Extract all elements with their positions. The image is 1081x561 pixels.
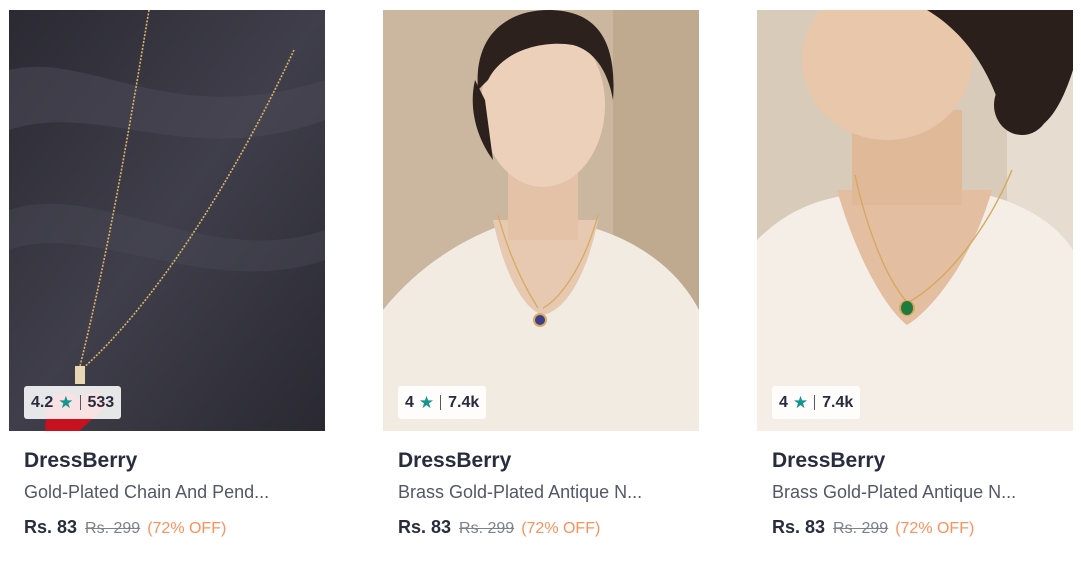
rating-value: 4.2 — [31, 393, 54, 411]
rating-count: 7.4k — [822, 393, 854, 411]
rating-count: 533 — [87, 393, 115, 411]
original-price: Rs. 299 — [85, 520, 141, 537]
discount-percent: (72% OFF) — [521, 520, 601, 537]
rating-badge: 4 ★ 7.4k — [772, 386, 861, 419]
discount-percent: (72% OFF) — [147, 520, 227, 537]
rating-badge: 4.2 ★ 533 — [24, 386, 122, 419]
discounted-price: Rs. 83 — [772, 517, 826, 537]
rating-count: 7.4k — [448, 393, 480, 411]
product-card[interactable]: 4 ★ 7.4k DressBerry Brass Gold-Plated An… — [383, 10, 699, 538]
product-title: Brass Gold-Plated Antique N... — [772, 482, 1017, 502]
product-title: Brass Gold-Plated Antique N... — [398, 482, 643, 502]
product-image[interactable]: 4 ★ 7.4k — [757, 10, 1073, 431]
discounted-price: Rs. 83 — [24, 517, 78, 537]
price-row: Rs. 83 Rs. 299 (72% OFF) — [772, 517, 1073, 538]
product-image[interactable]: 4 ★ 7.4k — [383, 10, 699, 431]
product-image[interactable]: 4.2 ★ 533 — [9, 10, 325, 431]
model-wearing-green-pendant-image — [757, 10, 1073, 431]
product-brand: DressBerry — [772, 449, 886, 472]
product-card[interactable]: 4.2 ★ 533 DressBerry Gold-Plated Chain A… — [9, 10, 325, 538]
discount-percent: (72% OFF) — [895, 520, 975, 537]
discounted-price: Rs. 83 — [398, 517, 452, 537]
original-price: Rs. 299 — [459, 520, 515, 537]
product-title: Gold-Plated Chain And Pend... — [24, 482, 270, 502]
star-icon: ★ — [58, 393, 74, 412]
product-brand: DressBerry — [398, 449, 512, 472]
model-wearing-blue-pendant-image — [383, 10, 699, 431]
product-card[interactable]: 4 ★ 7.4k DressBerry Brass Gold-Plated An… — [757, 10, 1073, 538]
price-row: Rs. 83 Rs. 299 (72% OFF) — [398, 517, 699, 538]
star-icon: ★ — [418, 393, 435, 412]
product-info[interactable]: DressBerry Brass Gold-Plated Antique N..… — [383, 431, 699, 538]
divider — [814, 395, 816, 410]
product-info[interactable]: DressBerry Gold-Plated Chain And Pend...… — [9, 431, 325, 538]
product-brand: DressBerry — [24, 449, 138, 472]
rating-value: 4 — [779, 393, 788, 411]
rating-value: 4 — [405, 393, 414, 411]
product-grid: 4.2 ★ 533 DressBerry Gold-Plated Chain A… — [0, 0, 1081, 561]
product-info[interactable]: DressBerry Brass Gold-Plated Antique N..… — [757, 431, 1073, 538]
divider — [79, 395, 81, 410]
original-price: Rs. 299 — [833, 520, 889, 537]
rating-badge: 4 ★ 7.4k — [398, 386, 487, 419]
star-icon: ★ — [792, 393, 809, 412]
necklace-on-dark-fabric-image — [9, 10, 325, 431]
price-row: Rs. 83 Rs. 299 (72% OFF) — [24, 517, 325, 538]
divider — [440, 395, 442, 410]
